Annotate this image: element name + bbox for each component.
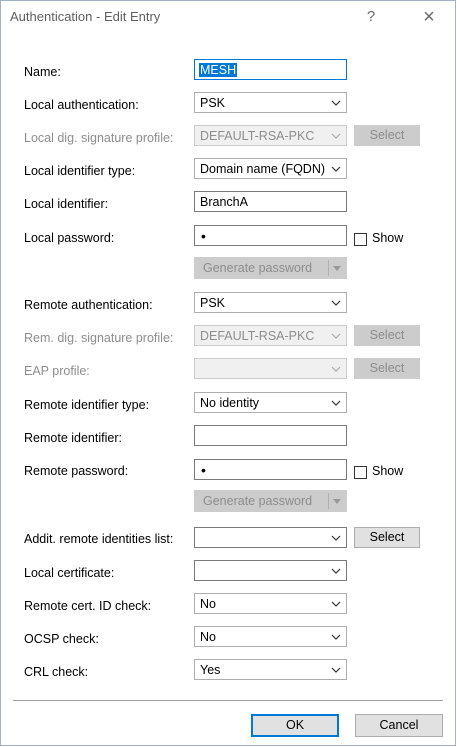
remote-auth-select[interactable]: PSK: [194, 292, 347, 313]
local-password-show-label: Show: [372, 231, 404, 245]
eap-profile-select-button[interactable]: Select: [354, 358, 420, 379]
chevron-down-icon: [329, 128, 343, 143]
local-password-show-checkbox[interactable]: [354, 233, 367, 246]
addit-remote-ids-select[interactable]: [194, 527, 347, 548]
ocsp-check-label: OCSP check:: [24, 632, 99, 646]
local-password-input[interactable]: •: [194, 225, 347, 246]
remote-cert-check-select[interactable]: No: [194, 593, 347, 614]
generate-password-button[interactable]: Generate password: [194, 257, 347, 279]
close-button[interactable]: ×: [409, 5, 449, 29]
remote-password-input[interactable]: •: [194, 459, 347, 480]
local-cert-label: Local certificate:: [24, 566, 115, 580]
eap-profile-select[interactable]: [194, 358, 347, 379]
password-mask: •: [201, 228, 206, 244]
chevron-down-icon: [329, 361, 343, 376]
remote-id-type-label: Remote identifier type:: [24, 398, 150, 412]
local-sig-profile-select[interactable]: DEFAULT-RSA-PKC: [194, 125, 347, 146]
dropdown-arrow-icon: [331, 261, 343, 278]
name-value: MESH: [199, 63, 238, 77]
local-id-value: BranchA: [200, 195, 248, 209]
remote-password-show-checkbox[interactable]: [354, 466, 367, 479]
footer-divider: [13, 700, 443, 701]
local-auth-value: PSK: [200, 96, 226, 110]
name-label: Name:: [24, 65, 61, 79]
local-sig-profile-label: Local dig. signature profile:: [24, 131, 174, 145]
dropdown-arrow-icon: [331, 494, 343, 511]
rem-sig-profile-value: DEFAULT-RSA-PKC: [200, 329, 315, 343]
chevron-down-icon: [329, 395, 343, 410]
generate-password-button[interactable]: Generate password: [194, 490, 347, 512]
cancel-button[interactable]: Cancel: [355, 714, 443, 737]
local-sig-profile-select-button[interactable]: Select: [354, 125, 420, 146]
local-id-label: Local identifier:: [24, 197, 109, 211]
help-button[interactable]: ?: [351, 5, 391, 29]
remote-id-label: Remote identifier:: [24, 431, 122, 445]
remote-auth-label: Remote authentication:: [24, 298, 153, 312]
local-auth-select[interactable]: PSK: [194, 92, 347, 113]
crl-check-select[interactable]: Yes: [194, 659, 347, 680]
remote-cert-check-value: No: [200, 597, 216, 611]
local-id-input[interactable]: BranchA: [194, 191, 347, 212]
crl-check-label: CRL check:: [24, 665, 89, 679]
ocsp-check-select[interactable]: No: [194, 626, 347, 647]
chevron-down-icon: [329, 161, 343, 176]
chevron-down-icon: [329, 563, 343, 578]
password-mask: •: [201, 462, 206, 478]
rem-sig-profile-select-button[interactable]: Select: [354, 325, 420, 346]
ocsp-check-value: No: [200, 630, 216, 644]
local-id-type-label: Local identifier type:: [24, 164, 136, 178]
local-auth-label: Local authentication:: [24, 98, 139, 112]
local-password-label: Local password:: [24, 231, 115, 245]
remote-auth-value: PSK: [200, 296, 226, 310]
title-bar: Authentication - Edit Entry ? ×: [1, 1, 455, 33]
local-cert-select[interactable]: [194, 560, 347, 581]
generate-password-label: Generate password: [203, 261, 313, 275]
generate-password-label: Generate password: [203, 494, 313, 508]
chevron-down-icon: [329, 662, 343, 677]
remote-password-show-label: Show: [372, 464, 404, 478]
window-title: Authentication - Edit Entry: [10, 9, 161, 24]
addit-remote-ids-select-button[interactable]: Select: [354, 527, 420, 548]
addit-remote-ids-label: Addit. remote identities list:: [24, 532, 174, 546]
remote-id-type-select[interactable]: No identity: [194, 392, 347, 413]
local-id-type-value: Domain name (FQDN): [200, 162, 326, 176]
local-sig-profile-value: DEFAULT-RSA-PKC: [200, 129, 315, 143]
remote-cert-check-label: Remote cert. ID check:: [24, 599, 152, 613]
chevron-down-icon: [329, 530, 343, 545]
ok-button[interactable]: OK: [251, 714, 339, 737]
chevron-down-icon: [329, 295, 343, 310]
crl-check-value: Yes: [200, 663, 221, 677]
local-id-type-select[interactable]: Domain name (FQDN): [194, 158, 347, 179]
chevron-down-icon: [329, 596, 343, 611]
remote-id-type-value: No identity: [200, 396, 260, 410]
remote-id-input[interactable]: [194, 425, 347, 446]
name-input[interactable]: MESH: [194, 59, 347, 80]
eap-profile-label: EAP profile:: [24, 364, 90, 378]
edit-entry-dialog: Authentication - Edit Entry ? × Name: ME…: [0, 0, 456, 746]
remote-password-label: Remote password:: [24, 464, 129, 478]
chevron-down-icon: [329, 95, 343, 110]
chevron-down-icon: [329, 328, 343, 343]
rem-sig-profile-select[interactable]: DEFAULT-RSA-PKC: [194, 325, 347, 346]
rem-sig-profile-label: Rem. dig. signature profile:: [24, 331, 174, 345]
chevron-down-icon: [329, 629, 343, 644]
